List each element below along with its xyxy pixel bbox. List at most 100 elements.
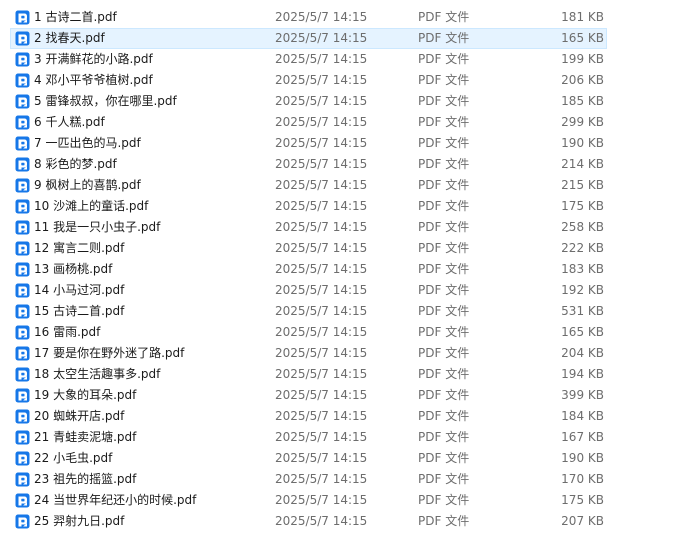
file-row[interactable]: 1 古诗二首.pdf 2025/5/7 14:15 PDF 文件 181 KB (0, 7, 679, 28)
file-type: PDF 文件 (418, 451, 470, 465)
pdf-file-icon (15, 31, 30, 46)
pdf-file-icon (15, 220, 30, 235)
file-modified-date: 2025/5/7 14:15 (275, 136, 368, 150)
file-size: 165 KB (561, 31, 604, 45)
file-row[interactable]: 5 雷锋叔叔，你在哪里.pdf 2025/5/7 14:15 PDF 文件 185 K… (0, 91, 679, 112)
file-row[interactable]: 14 小马过河.pdf 2025/5/7 14:15 PDF 文件 192 KB (0, 280, 679, 301)
file-type: PDF 文件 (418, 220, 470, 234)
file-row[interactable]: 19 大象的耳朵.pdf 2025/5/7 14:15 PDF 文件 399 KB (0, 385, 679, 406)
file-row[interactable]: 10 沙滩上的童话.pdf 2025/5/7 14:15 PDF 文件 175 KB (0, 196, 679, 217)
file-row[interactable]: 4 邓小平爷爷植树.pdf 2025/5/7 14:15 PDF 文件 206 KB (0, 70, 679, 91)
file-name: 22 小毛虫.pdf (34, 451, 113, 465)
file-modified-date: 2025/5/7 14:15 (275, 220, 368, 234)
file-type: PDF 文件 (418, 304, 470, 318)
file-type: PDF 文件 (418, 136, 470, 150)
file-name: 20 蜘蛛开店.pdf (34, 409, 125, 423)
file-name: 2 找春天.pdf (34, 31, 105, 45)
file-modified-date: 2025/5/7 14:15 (275, 157, 368, 171)
file-name: 14 小马过河.pdf (34, 283, 125, 297)
pdf-file-icon (15, 52, 30, 67)
file-size: 190 KB (561, 451, 604, 465)
file-row[interactable]: 12 寓言二则.pdf 2025/5/7 14:15 PDF 文件 222 KB (0, 238, 679, 259)
file-size: 183 KB (561, 262, 604, 276)
file-modified-date: 2025/5/7 14:15 (275, 10, 368, 24)
file-name: 18 太空生活趣事多.pdf (34, 367, 161, 381)
file-modified-date: 2025/5/7 14:15 (275, 346, 368, 360)
file-row[interactable]: 17 要是你在野外迷了路.pdf 2025/5/7 14:15 PDF 文件 204 … (0, 343, 679, 364)
file-type: PDF 文件 (418, 367, 470, 381)
file-type: PDF 文件 (418, 73, 470, 87)
file-row[interactable]: 13 画杨桃.pdf 2025/5/7 14:15 PDF 文件 183 KB (0, 259, 679, 280)
file-row[interactable]: 15 古诗二首.pdf 2025/5/7 14:15 PDF 文件 531 KB (0, 301, 679, 322)
file-row[interactable]: 22 小毛虫.pdf 2025/5/7 14:15 PDF 文件 190 KB (0, 448, 679, 469)
file-name: 12 寓言二则.pdf (34, 241, 125, 255)
file-row[interactable]: 23 祖先的摇篮.pdf 2025/5/7 14:15 PDF 文件 170 KB (0, 469, 679, 490)
file-modified-date: 2025/5/7 14:15 (275, 472, 368, 486)
file-modified-date: 2025/5/7 14:15 (275, 115, 368, 129)
file-modified-date: 2025/5/7 14:15 (275, 388, 368, 402)
file-row[interactable]: 8 彩色的梦.pdf 2025/5/7 14:15 PDF 文件 214 KB (0, 154, 679, 175)
file-type: PDF 文件 (418, 409, 470, 423)
pdf-file-icon (15, 367, 30, 382)
file-row[interactable]: 3 开满鲜花的小路.pdf 2025/5/7 14:15 PDF 文件 199 KB (0, 49, 679, 70)
pdf-file-icon (15, 325, 30, 340)
pdf-file-icon (15, 157, 30, 172)
file-name: 8 彩色的梦.pdf (34, 157, 117, 171)
file-size: 190 KB (561, 136, 604, 150)
file-name: 16 雷雨.pdf (34, 325, 101, 339)
file-row[interactable]: 11 我是一只小虫子.pdf 2025/5/7 14:15 PDF 文件 258 KB (0, 217, 679, 238)
pdf-file-icon (15, 94, 30, 109)
file-size: 206 KB (561, 73, 604, 87)
file-name: 6 千人糕.pdf (34, 115, 105, 129)
file-size: 165 KB (561, 325, 604, 339)
file-name: 3 开满鲜花的小路.pdf (34, 52, 153, 66)
file-type: PDF 文件 (418, 241, 470, 255)
file-size: 167 KB (561, 430, 604, 444)
file-row[interactable]: 7 一匹出色的马.pdf 2025/5/7 14:15 PDF 文件 190 KB (0, 133, 679, 154)
pdf-file-icon (15, 304, 30, 319)
file-type: PDF 文件 (418, 283, 470, 297)
file-name: 10 沙滩上的童话.pdf (34, 199, 149, 213)
file-type: PDF 文件 (418, 430, 470, 444)
file-row[interactable]: 20 蜘蛛开店.pdf 2025/5/7 14:15 PDF 文件 184 KB (0, 406, 679, 427)
file-size: 170 KB (561, 472, 604, 486)
file-modified-date: 2025/5/7 14:15 (275, 262, 368, 276)
file-row[interactable]: 2 找春天.pdf 2025/5/7 14:15 PDF 文件 165 KB (0, 28, 679, 49)
file-row[interactable]: 24 当世界年纪还小的时候.pdf 2025/5/7 14:15 PDF 文件 175… (0, 490, 679, 511)
file-row[interactable]: 21 青蛙卖泥塘.pdf 2025/5/7 14:15 PDF 文件 167 KB (0, 427, 679, 448)
file-name: 9 枫树上的喜鹊.pdf (34, 178, 141, 192)
file-name: 11 我是一只小虫子.pdf (34, 220, 161, 234)
file-row[interactable]: 9 枫树上的喜鹊.pdf 2025/5/7 14:15 PDF 文件 215 KB (0, 175, 679, 196)
file-size: 222 KB (561, 241, 604, 255)
file-row[interactable]: 6 千人糕.pdf 2025/5/7 14:15 PDF 文件 299 KB (0, 112, 679, 133)
file-modified-date: 2025/5/7 14:15 (275, 514, 368, 528)
pdf-file-icon (15, 10, 30, 25)
file-type: PDF 文件 (418, 115, 470, 129)
pdf-file-icon (15, 73, 30, 88)
file-size: 299 KB (561, 115, 604, 129)
pdf-file-icon (15, 493, 30, 508)
file-type: PDF 文件 (418, 388, 470, 402)
file-size: 207 KB (561, 514, 604, 528)
file-modified-date: 2025/5/7 14:15 (275, 283, 368, 297)
file-modified-date: 2025/5/7 14:15 (275, 367, 368, 381)
file-type: PDF 文件 (418, 94, 470, 108)
pdf-file-icon (15, 178, 30, 193)
file-type: PDF 文件 (418, 493, 470, 507)
file-name: 19 大象的耳朵.pdf (34, 388, 137, 402)
file-modified-date: 2025/5/7 14:15 (275, 451, 368, 465)
file-size: 194 KB (561, 367, 604, 381)
file-row[interactable]: 18 太空生活趣事多.pdf 2025/5/7 14:15 PDF 文件 194 KB (0, 364, 679, 385)
file-modified-date: 2025/5/7 14:15 (275, 325, 368, 339)
file-type: PDF 文件 (418, 10, 470, 24)
file-size: 204 KB (561, 346, 604, 360)
file-name: 1 古诗二首.pdf (34, 10, 117, 24)
pdf-file-icon (15, 472, 30, 487)
file-name: 5 雷锋叔叔，你在哪里.pdf (34, 94, 177, 108)
file-name: 15 古诗二首.pdf (34, 304, 125, 318)
file-modified-date: 2025/5/7 14:15 (275, 430, 368, 444)
file-row[interactable]: 25 羿射九日.pdf 2025/5/7 14:15 PDF 文件 207 KB (0, 511, 679, 532)
file-size: 258 KB (561, 220, 604, 234)
file-row[interactable]: 16 雷雨.pdf 2025/5/7 14:15 PDF 文件 165 KB (0, 322, 679, 343)
file-size: 184 KB (561, 409, 604, 423)
